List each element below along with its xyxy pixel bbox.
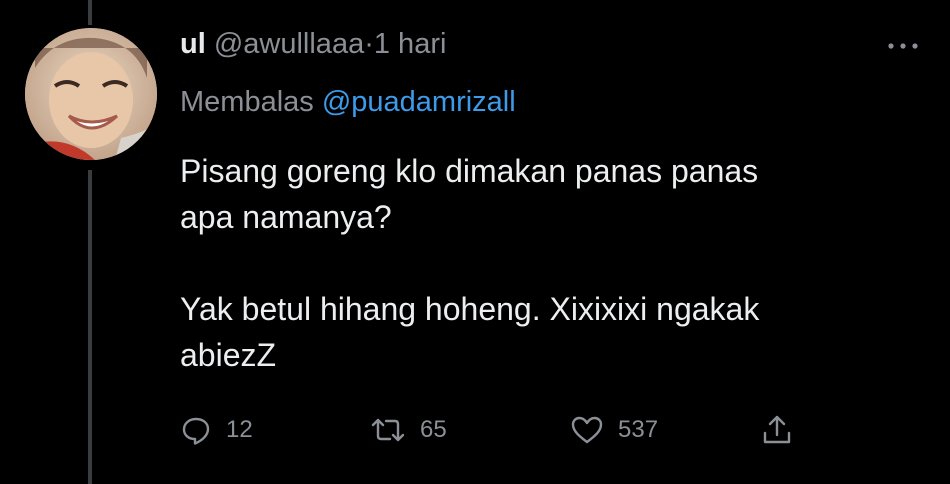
replying-to-label: Membalas — [180, 86, 314, 118]
avatar-image — [25, 28, 157, 160]
retweet-icon — [371, 418, 405, 442]
share-icon — [763, 415, 791, 444]
reply-button[interactable]: 12 — [180, 410, 253, 450]
like-count: 537 — [618, 416, 659, 443]
handle[interactable]: @awulllaaa — [214, 28, 364, 60]
tweet-line-4: abiezZ — [180, 337, 277, 373]
reply-count: 12 — [226, 416, 253, 443]
share-button[interactable] — [760, 410, 794, 450]
mention-link[interactable]: @puadamrizall — [322, 86, 516, 118]
heart-icon — [571, 416, 603, 444]
tweet-header: ul @awulllaaa·1 hari — [180, 26, 446, 62]
tweet-line-2: apa namanya? — [180, 199, 392, 235]
retweet-button[interactable]: 65 — [370, 410, 447, 450]
timestamp[interactable]: 1 hari — [374, 28, 447, 60]
avatar[interactable] — [25, 28, 157, 160]
comment-icon — [182, 417, 210, 445]
tweet-line-1: Pisang goreng klo dimakan panas panas — [180, 153, 759, 189]
display-name[interactable]: ul — [180, 28, 206, 60]
more-options-button[interactable] — [883, 36, 923, 56]
like-button[interactable]: 537 — [570, 410, 658, 450]
tweet-line-3: Yak betul hihang hoheng. Xixixixi ngakak — [180, 291, 760, 327]
thread-line-top — [88, 0, 92, 25]
retweet-count: 65 — [420, 416, 447, 443]
separator: · — [364, 28, 374, 60]
more-horizontal-icon — [888, 43, 918, 49]
replying-to: Membalas @puadamrizall — [180, 84, 516, 120]
tweet-text: Pisang goreng klo dimakan panas panas ap… — [180, 148, 920, 378]
thread-line — [88, 170, 92, 484]
tweet-paragraph-1: Pisang goreng klo dimakan panas panas ap… — [180, 148, 920, 240]
tweet-paragraph-2: Yak betul hihang hoheng. Xixixixi ngakak… — [180, 286, 920, 378]
